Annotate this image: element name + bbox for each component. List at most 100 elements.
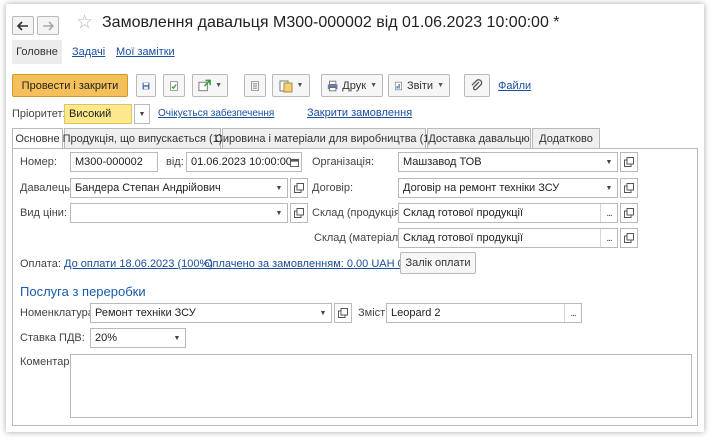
section-main[interactable]: Головне bbox=[12, 40, 62, 64]
open-window-icon bbox=[624, 233, 634, 243]
printer-icon bbox=[327, 80, 338, 91]
reports-label: Звіти bbox=[406, 79, 434, 92]
vat-rate-field[interactable]: 20% ▼ bbox=[90, 328, 186, 348]
contract-label: Договір: bbox=[312, 182, 354, 194]
post-document-icon bbox=[170, 80, 178, 91]
customer-value: Бандера Степан Андрійович bbox=[75, 182, 221, 194]
priority-field[interactable]: Високий bbox=[64, 104, 132, 124]
tab-output-products[interactable]: Продукція, що випускається (1) bbox=[63, 128, 222, 148]
chevron-down-icon[interactable]: ▼ bbox=[271, 204, 287, 222]
warehouse-products-value: Склад готової продукції bbox=[403, 207, 524, 219]
section-tasks-link[interactable]: Задачі bbox=[72, 46, 105, 58]
warehouse-products-field[interactable]: Склад готової продукції ... bbox=[398, 203, 618, 223]
chevron-down-icon[interactable]: ▼ bbox=[315, 304, 331, 322]
create-based-icon bbox=[198, 79, 211, 91]
favorite-star-icon[interactable]: ☆ bbox=[76, 13, 93, 32]
nomenclature-value: Ремонт техніки ЗСУ bbox=[95, 307, 196, 319]
create-based-on-button[interactable]: ▼ bbox=[192, 74, 228, 97]
tab-delivery[interactable]: Доставка давальцю bbox=[427, 128, 531, 148]
chevron-down-icon[interactable]: ▼ bbox=[601, 179, 617, 197]
awaiting-supply-link[interactable]: Очікується забезпечення bbox=[158, 108, 274, 119]
paid-by-order-link[interactable]: Оплачено за замовленням: 0.00 UAH 0% bbox=[204, 258, 414, 270]
payment-offset-button[interactable]: Залік оплати bbox=[400, 252, 476, 274]
open-window-icon bbox=[294, 208, 304, 218]
tab-additional[interactable]: Додатково bbox=[532, 128, 600, 148]
list-icon bbox=[251, 80, 259, 91]
print-button[interactable]: Друк ▼ bbox=[321, 74, 383, 97]
files-link[interactable]: Файли bbox=[498, 80, 531, 92]
post-and-close-button[interactable]: Провести і закрити bbox=[12, 74, 128, 97]
organization-label: Організація: bbox=[312, 156, 374, 168]
related-docs-button[interactable]: ▼ bbox=[272, 74, 310, 97]
warehouse-materials-label: Склад (матеріали): bbox=[314, 232, 411, 244]
open-window-icon bbox=[294, 183, 304, 193]
post-button[interactable] bbox=[163, 74, 185, 97]
warehouse-materials-open-button[interactable] bbox=[620, 228, 638, 248]
calendar-icon[interactable] bbox=[287, 153, 301, 171]
content-field[interactable]: Leopard 2 ... bbox=[386, 303, 582, 323]
chevron-down-icon: ▼ bbox=[370, 82, 377, 89]
nomenclature-field[interactable]: Ремонт техніки ЗСУ ▼ bbox=[90, 303, 332, 323]
chevron-down-icon[interactable]: ▼ bbox=[169, 329, 185, 347]
customer-open-button[interactable] bbox=[290, 178, 308, 198]
print-label: Друк bbox=[342, 79, 367, 92]
save-button[interactable] bbox=[136, 74, 156, 97]
content-label: Зміст: bbox=[358, 307, 389, 319]
warehouse-materials-field[interactable]: Склад готової продукції ... bbox=[398, 228, 618, 248]
structure-button[interactable] bbox=[244, 74, 266, 97]
vat-rate-value: 20% bbox=[95, 332, 118, 344]
comment-textarea[interactable] bbox=[70, 354, 692, 418]
date-field[interactable]: 01.06.2023 10:00:00 bbox=[186, 152, 302, 172]
warehouse-products-open-button[interactable] bbox=[620, 203, 638, 223]
documents-icon bbox=[279, 80, 293, 92]
chevron-down-icon[interactable]: ▼ bbox=[601, 153, 617, 171]
chevron-down-icon: ▼ bbox=[138, 110, 146, 118]
open-window-icon bbox=[624, 157, 634, 167]
reports-button[interactable]: Звіти ▼ bbox=[388, 74, 450, 97]
priority-label: Пріоритет: bbox=[12, 108, 66, 120]
price-type-field[interactable]: ▼ bbox=[70, 203, 288, 223]
content-value: Leopard 2 bbox=[391, 307, 441, 319]
date-value: 01.06.2023 10:00:00 bbox=[191, 156, 292, 168]
organization-open-button[interactable] bbox=[620, 152, 638, 172]
tab-main[interactable]: Основне bbox=[12, 128, 63, 149]
comment-label: Коментар: bbox=[20, 356, 73, 368]
back-button[interactable] bbox=[12, 16, 34, 35]
report-icon bbox=[394, 81, 402, 90]
contract-field[interactable]: Договір на ремонт техніки ЗСУ ▼ bbox=[398, 178, 618, 198]
payment-label: Оплата: bbox=[20, 258, 61, 270]
arrow-left-icon bbox=[17, 20, 28, 31]
forward-button[interactable] bbox=[37, 16, 59, 35]
chevron-down-icon: ▼ bbox=[437, 82, 444, 89]
service-section-title: Послуга з переробки bbox=[20, 284, 146, 299]
save-icon bbox=[142, 82, 150, 89]
nomenclature-open-button[interactable] bbox=[334, 303, 352, 323]
date-label: від: bbox=[166, 156, 184, 168]
select-dots-button[interactable]: ... bbox=[600, 229, 617, 247]
select-dots-button[interactable]: ... bbox=[564, 304, 581, 322]
contract-open-button[interactable] bbox=[620, 178, 638, 198]
tab-raw-materials[interactable]: Сировина і матеріали для виробництва (1) bbox=[215, 128, 433, 148]
priority-dropdown-button[interactable]: ▼ bbox=[134, 104, 150, 124]
payment-due-link[interactable]: До оплати 18.06.2023 (100%) bbox=[64, 258, 213, 270]
price-type-open-button[interactable] bbox=[290, 203, 308, 223]
customer-field[interactable]: Бандера Степан Андрійович ▼ bbox=[70, 178, 288, 198]
arrow-right-icon bbox=[43, 20, 54, 31]
open-window-icon bbox=[338, 308, 348, 318]
section-notes-link[interactable]: Мої замітки bbox=[116, 46, 175, 58]
chevron-down-icon: ▼ bbox=[215, 82, 222, 89]
number-label: Номер: bbox=[20, 156, 57, 168]
organization-value: Машзавод ТОВ bbox=[403, 156, 482, 168]
contract-value: Договір на ремонт техніки ЗСУ bbox=[403, 182, 560, 194]
chevron-down-icon[interactable]: ▼ bbox=[271, 179, 287, 197]
organization-field[interactable]: Машзавод ТОВ ▼ bbox=[398, 152, 618, 172]
close-order-link[interactable]: Закрити замовлення bbox=[307, 107, 412, 119]
number-field[interactable]: М300-000002 bbox=[70, 152, 158, 172]
chevron-down-icon: ▼ bbox=[296, 82, 304, 89]
document-window: ☆ Замовлення давальця М300-000002 від 01… bbox=[6, 4, 704, 432]
attach-button[interactable] bbox=[464, 74, 490, 97]
customer-label: Давалець: bbox=[20, 182, 74, 194]
nomenclature-label: Номенклатура: bbox=[20, 307, 97, 319]
warehouse-materials-value: Склад готової продукції bbox=[403, 232, 524, 244]
select-dots-button[interactable]: ... bbox=[600, 204, 617, 222]
